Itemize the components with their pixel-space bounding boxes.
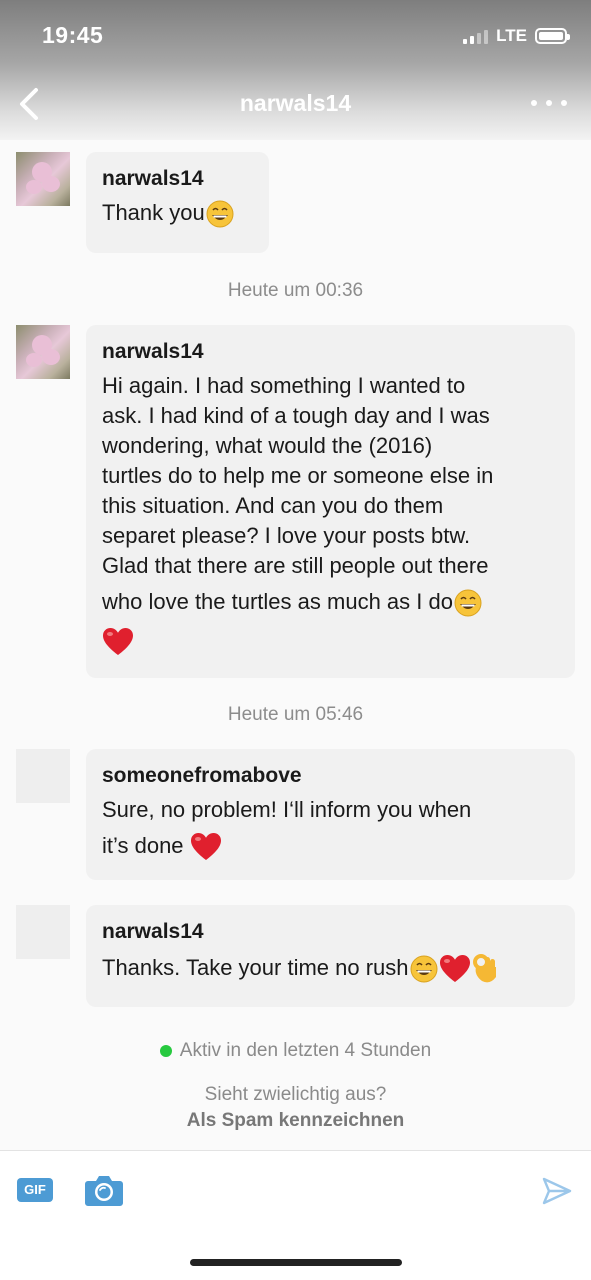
timestamp: Heute um 05:46 xyxy=(227,704,364,725)
message-sender: narwals14 xyxy=(102,920,204,943)
timestamp: Heute um 00:36 xyxy=(227,280,364,301)
active-status: Aktiv in den letzten 4 Stunden xyxy=(0,1040,591,1062)
send-arrow-icon xyxy=(542,1177,572,1205)
ok-hand-emoji-icon xyxy=(472,954,496,983)
red-heart-emoji-icon xyxy=(190,833,221,861)
message-bubble: narwals14 Hi again. I had something I wa… xyxy=(86,325,575,678)
message-bubble: narwals14 Thanks. Take your time no rush xyxy=(86,905,575,1007)
conversation-title[interactable]: narwals14 xyxy=(0,90,591,117)
avatar[interactable] xyxy=(16,905,70,959)
dot-icon xyxy=(561,100,567,106)
message-bubble: someonefromabove Sure, no problem! I‘ll … xyxy=(86,749,575,880)
header: 19:45 LTE narwals14 xyxy=(0,0,591,140)
online-dot-icon xyxy=(159,1045,172,1057)
message-sender: narwals14 xyxy=(102,167,204,190)
battery-icon xyxy=(535,28,570,44)
report-spam-link[interactable]: Als Spam kennzeichnen xyxy=(0,1110,591,1132)
avatar[interactable] xyxy=(16,749,70,803)
grinning-face-emoji-icon xyxy=(454,589,482,617)
home-indicator[interactable] xyxy=(190,1259,402,1266)
message-bubble: narwals14 Thank you xyxy=(86,152,269,253)
camera-icon xyxy=(85,1176,123,1206)
message-text: Sure, no problem! I‘ll inform you when i… xyxy=(102,795,559,862)
message-sender: someonefromabove xyxy=(102,764,302,787)
status-time: 19:45 xyxy=(42,22,104,48)
avatar[interactable] xyxy=(16,325,70,379)
dot-icon xyxy=(546,100,552,106)
avatar[interactable] xyxy=(16,152,70,206)
red-heart-emoji-icon xyxy=(439,955,470,983)
message-text: Hi again. I had something I wanted to as… xyxy=(102,371,559,657)
message-sender: narwals14 xyxy=(102,340,204,363)
spam-prompt: Sieht zwielichtig aus? xyxy=(204,1084,387,1105)
grinning-face-emoji-icon xyxy=(206,200,234,228)
signal-icon xyxy=(463,28,489,44)
send-button[interactable] xyxy=(541,1175,573,1207)
red-heart-emoji-icon xyxy=(103,628,133,656)
grinning-face-emoji-icon xyxy=(410,955,438,983)
status-indicators: LTE xyxy=(463,26,570,46)
dot-icon xyxy=(531,100,537,106)
message-text: Thank you xyxy=(102,198,253,229)
network-type: LTE xyxy=(496,26,527,45)
gif-button[interactable]: GIF xyxy=(17,1178,53,1202)
message-text: Thanks. Take your time no rush xyxy=(102,953,559,985)
camera-button[interactable] xyxy=(84,1173,124,1207)
more-options-button[interactable] xyxy=(531,92,567,114)
message-toolbar: GIF xyxy=(0,1150,591,1280)
